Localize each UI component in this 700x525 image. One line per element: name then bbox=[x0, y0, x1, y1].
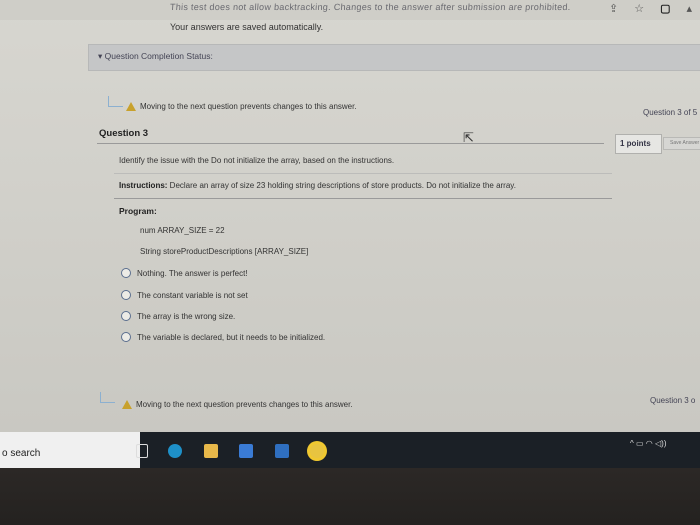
mail-icon[interactable] bbox=[275, 444, 289, 458]
divider bbox=[97, 143, 604, 144]
taskbar-search[interactable]: o search bbox=[0, 432, 140, 468]
browser-toolbar-icons: ⇪ ☆ ▢ ▴ bbox=[609, 2, 692, 15]
chevron-up-icon[interactable]: ^ bbox=[630, 439, 634, 448]
points-box: 1 points bbox=[615, 134, 662, 154]
browser-screen: This test does not allow backtracking. C… bbox=[0, 0, 700, 432]
points-label: 1 points bbox=[620, 139, 651, 148]
volume-icon[interactable]: ◁)) bbox=[655, 439, 666, 448]
warning-bottom: Moving to the next question prevents cha… bbox=[122, 400, 353, 409]
system-tray[interactable]: ^ ▭ ◠ ◁)) bbox=[630, 439, 667, 448]
question-progress: Question 3 of 5 bbox=[643, 108, 698, 117]
question-prompt: Identify the issue with the Do not initi… bbox=[119, 156, 395, 165]
answer-choice[interactable]: The array is the wrong size. bbox=[121, 311, 235, 321]
save-answer-button[interactable]: Save Answer bbox=[663, 137, 700, 150]
window-icon[interactable]: ▢ bbox=[660, 2, 670, 15]
wifi-icon[interactable]: ◠ bbox=[646, 439, 653, 448]
answer-choice[interactable]: Nothing. The answer is perfect! bbox=[121, 268, 248, 278]
task-view-icon[interactable] bbox=[136, 444, 148, 458]
autosave-message: Your answers are saved automatically. bbox=[170, 22, 324, 32]
star-icon[interactable]: ☆ bbox=[634, 2, 644, 15]
divider bbox=[114, 173, 612, 174]
answer-choice[interactable]: The constant variable is not set bbox=[121, 290, 248, 300]
radio-button[interactable] bbox=[121, 268, 131, 278]
chrome-icon[interactable] bbox=[310, 444, 324, 458]
radio-button[interactable] bbox=[121, 311, 131, 321]
question-title: Question 3 bbox=[99, 128, 149, 139]
radio-button[interactable] bbox=[121, 332, 131, 342]
divider bbox=[114, 198, 612, 199]
program-label: Program: bbox=[119, 206, 157, 216]
laptop-bezel bbox=[0, 468, 700, 525]
arrow-indent-icon bbox=[108, 96, 123, 107]
code-line: String storeProductDescriptions [ARRAY_S… bbox=[140, 247, 309, 256]
warning-icon bbox=[126, 102, 136, 111]
battery-icon[interactable]: ▭ bbox=[636, 439, 644, 448]
store-icon[interactable] bbox=[239, 444, 253, 458]
instructions: Instructions: Declare an array of size 2… bbox=[119, 181, 516, 190]
answer-choice[interactable]: The variable is declared, but it needs t… bbox=[121, 332, 325, 342]
instructions-text: Declare an array of size 23 holding stri… bbox=[167, 181, 516, 190]
arrow-indent-icon bbox=[100, 392, 115, 403]
search-label: o search bbox=[2, 448, 41, 459]
warning-icon bbox=[122, 400, 132, 409]
windows-taskbar: o search ^ ▭ ◠ ◁)) bbox=[0, 432, 700, 468]
share-icon[interactable]: ⇪ bbox=[609, 2, 618, 15]
expand-icon: ▾ bbox=[98, 51, 103, 61]
code-line: num ARRAY_SIZE = 22 bbox=[140, 226, 225, 235]
menu-icon[interactable]: ▴ bbox=[686, 2, 692, 15]
top-strip: This test does not allow backtracking. C… bbox=[0, 0, 700, 20]
instructions-label: Instructions: bbox=[119, 181, 168, 190]
warning-top: Moving to the next question prevents cha… bbox=[126, 102, 357, 111]
status-label: ▾ Question Completion Status: bbox=[98, 51, 213, 61]
question-progress: Question 3 o bbox=[650, 396, 696, 405]
file-explorer-icon[interactable] bbox=[204, 444, 218, 458]
question-completion-status[interactable]: ▾ Question Completion Status: bbox=[88, 44, 700, 71]
backtracking-notice: This test does not allow backtracking. C… bbox=[169, 2, 571, 12]
radio-button[interactable] bbox=[121, 290, 131, 300]
edge-icon[interactable] bbox=[168, 444, 182, 458]
